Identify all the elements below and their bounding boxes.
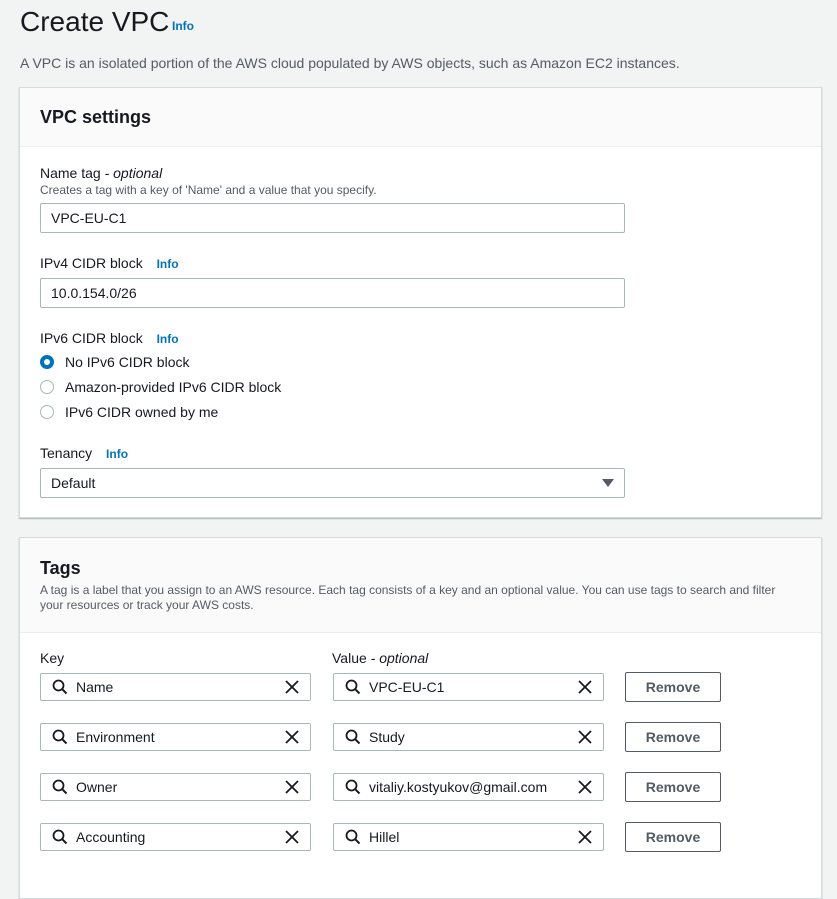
- search-icon: [52, 779, 68, 795]
- radio-no-ipv6[interactable]: No IPv6 CIDR block: [40, 354, 189, 370]
- tag-value-input[interactable]: Study: [333, 723, 604, 751]
- search-icon: [52, 679, 68, 695]
- page-title: Create VPC: [20, 6, 170, 37]
- close-icon[interactable]: [285, 830, 299, 844]
- panel-header: VPC settings: [20, 88, 821, 147]
- optional-label: - optional: [104, 165, 163, 181]
- remove-tag-button[interactable]: Remove: [625, 672, 721, 702]
- panel-header: Tags A tag is a label that you assign to…: [20, 538, 821, 633]
- ipv4-cidr-input[interactable]: 10.0.154.0/26: [40, 278, 625, 308]
- info-link[interactable]: Info: [157, 257, 179, 271]
- tag-key-input[interactable]: Environment: [40, 723, 311, 751]
- tags-panel: Tags A tag is a label that you assign to…: [19, 537, 822, 899]
- tag-value-input[interactable]: vitaliy.kostyukov@gmail.com: [333, 773, 604, 801]
- radio-amazon-ipv6[interactable]: Amazon-provided IPv6 CIDR block: [40, 379, 281, 395]
- radio-checked-icon: [40, 355, 54, 369]
- tag-key-input[interactable]: Name: [40, 673, 311, 701]
- search-icon: [345, 729, 361, 745]
- tag-value-input[interactable]: Hillel: [333, 823, 604, 851]
- caret-down-icon: [602, 479, 614, 487]
- name-tag-input[interactable]: VPC-EU-C1: [40, 203, 625, 233]
- close-icon[interactable]: [578, 680, 592, 694]
- close-icon[interactable]: [285, 730, 299, 744]
- close-icon[interactable]: [578, 730, 592, 744]
- tags-description: A tag is a label that you assign to an A…: [40, 583, 776, 612]
- tag-value-input[interactable]: VPC-EU-C1: [333, 673, 604, 701]
- ipv6-cidr-label: IPv6 CIDR block Info: [40, 330, 179, 346]
- panel-title: Tags: [40, 558, 81, 578]
- radio-owned-ipv6[interactable]: IPv6 CIDR owned by me: [40, 404, 218, 420]
- panel-title: VPC settings: [40, 106, 152, 127]
- close-icon[interactable]: [578, 830, 592, 844]
- close-icon[interactable]: [578, 780, 592, 794]
- search-icon: [345, 779, 361, 795]
- search-icon: [345, 829, 361, 845]
- info-link[interactable]: Info: [172, 19, 194, 33]
- name-tag-hint: Creates a tag with a key of 'Name' and a…: [40, 183, 377, 197]
- search-icon: [345, 679, 361, 695]
- value-column-header: Value - optional: [332, 650, 429, 666]
- info-link[interactable]: Info: [106, 447, 128, 461]
- tenancy-value: Default: [51, 475, 96, 491]
- vpc-settings-panel: VPC settings Name tag - optional Creates…: [19, 87, 822, 518]
- close-icon[interactable]: [285, 680, 299, 694]
- key-column-header: Key: [40, 650, 65, 666]
- tag-key-input[interactable]: Owner: [40, 773, 311, 801]
- remove-tag-button[interactable]: Remove: [625, 822, 721, 852]
- tag-key-input[interactable]: Accounting: [40, 823, 311, 851]
- tenancy-select[interactable]: Default: [40, 468, 625, 498]
- search-icon: [52, 729, 68, 745]
- close-icon[interactable]: [285, 780, 299, 794]
- radio-unchecked-icon: [40, 405, 54, 419]
- ipv4-cidr-label: IPv4 CIDR block Info: [40, 255, 179, 271]
- radio-unchecked-icon: [40, 380, 54, 394]
- search-icon: [52, 829, 68, 845]
- remove-tag-button[interactable]: Remove: [625, 772, 721, 802]
- info-link[interactable]: Info: [157, 332, 179, 346]
- remove-tag-button[interactable]: Remove: [625, 722, 721, 752]
- page-description: A VPC is an isolated portion of the AWS …: [20, 55, 680, 71]
- tenancy-label: Tenancy Info: [40, 445, 129, 461]
- name-tag-label: Name tag - optional: [40, 165, 163, 181]
